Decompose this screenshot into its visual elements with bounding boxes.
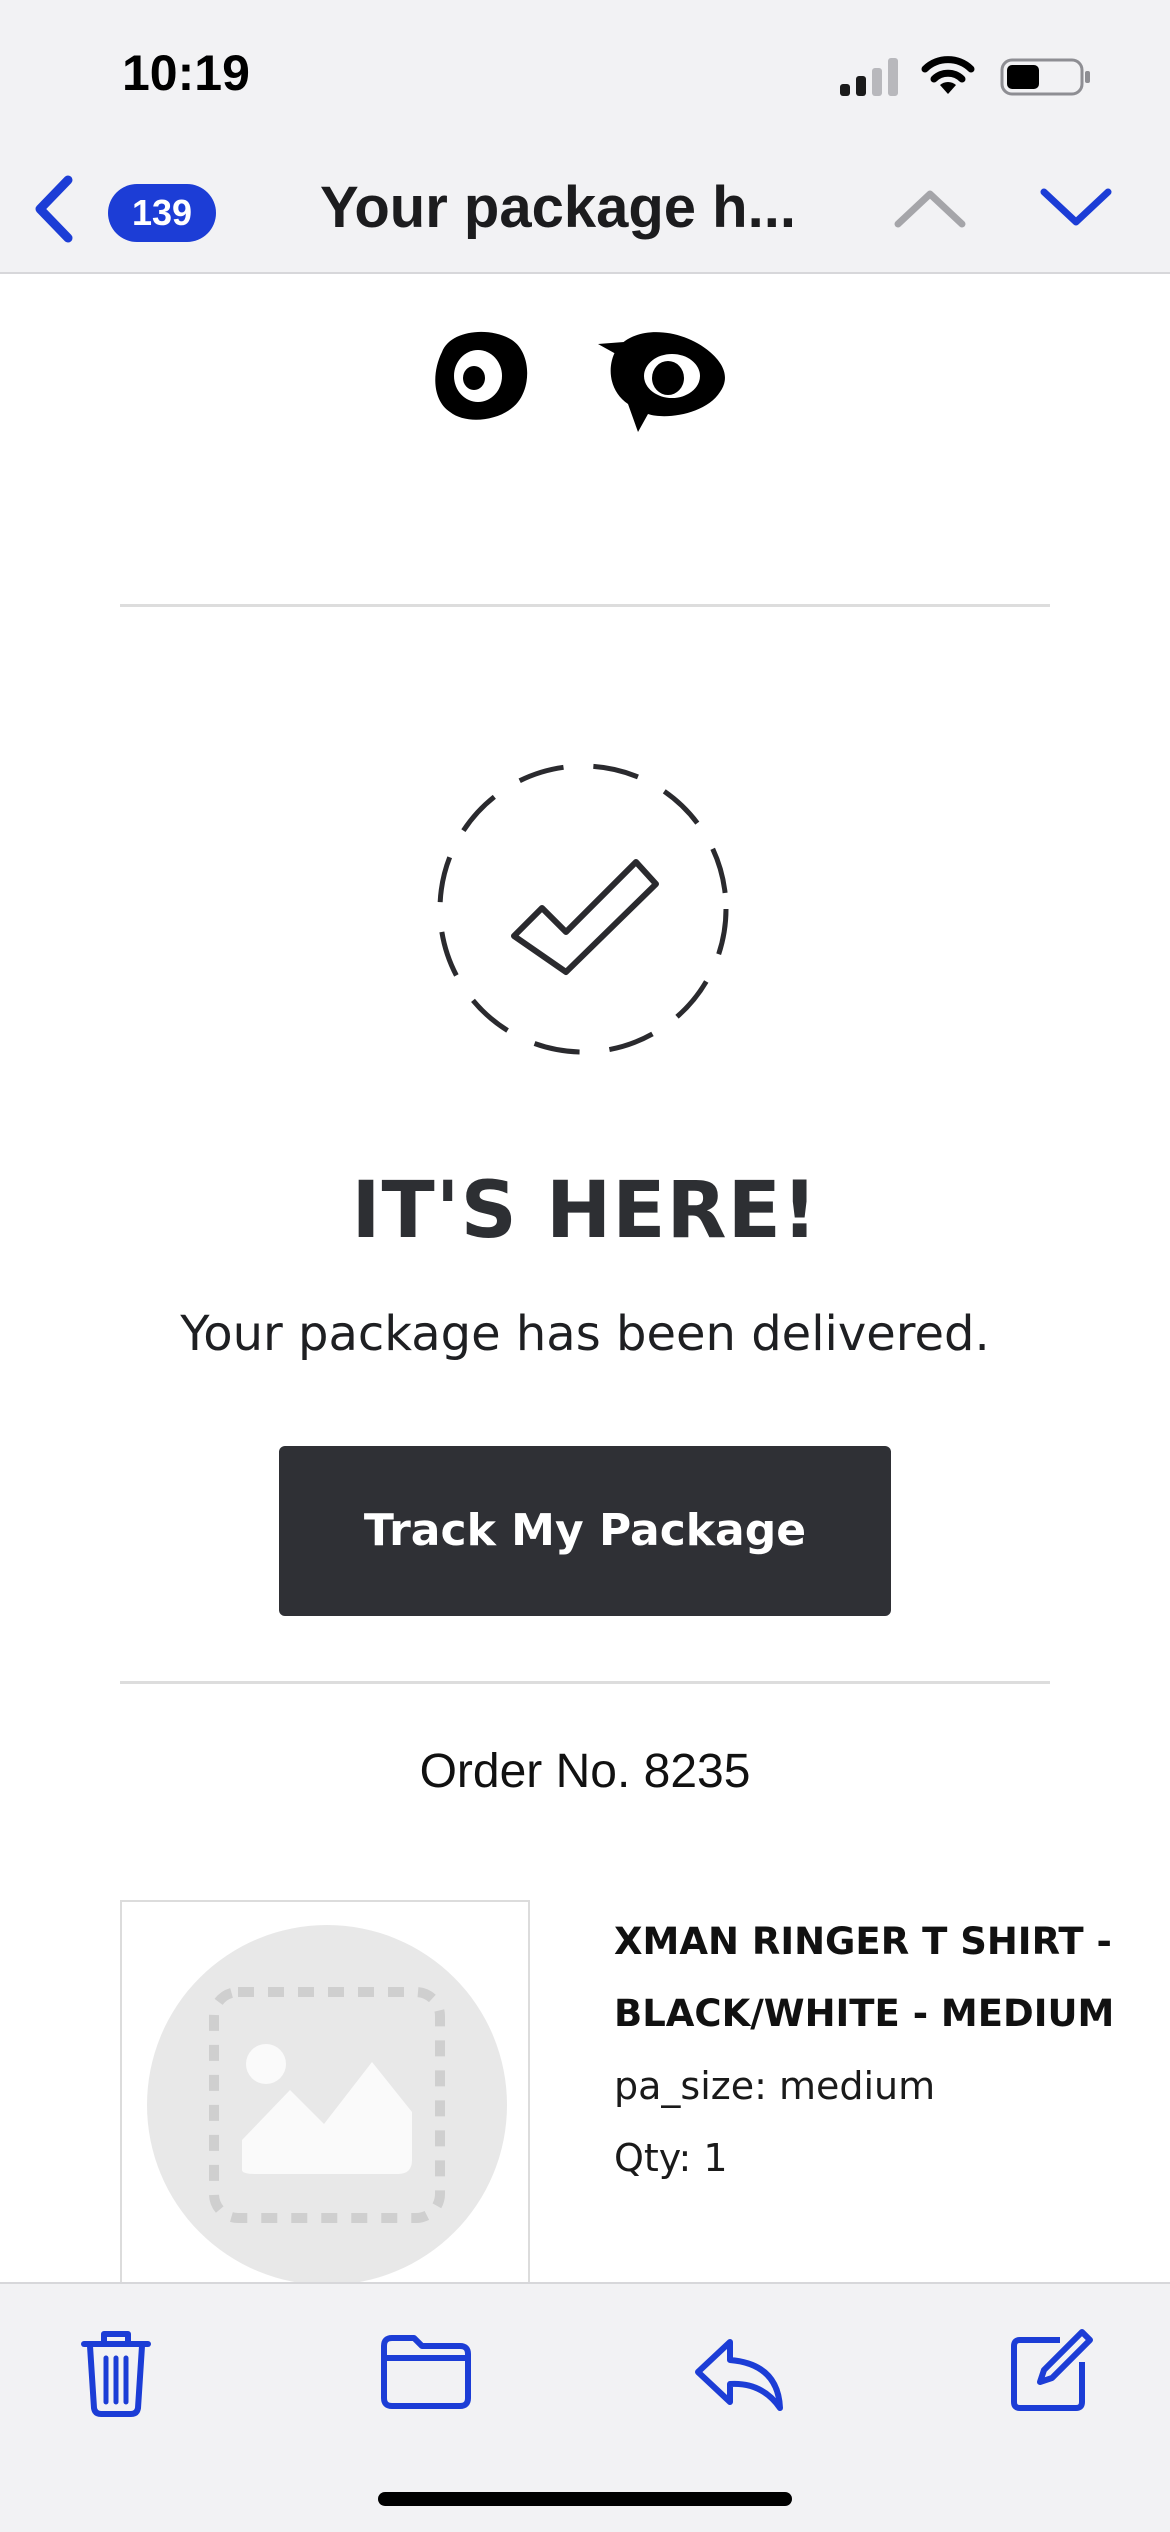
product-name-line2[interactable]: BLACK/WHITE - MEDIUM	[614, 1978, 1134, 2050]
image-placeholder-icon	[147, 1925, 507, 2282]
status-time: 10:19	[122, 45, 250, 101]
mail-nav-bar: 139 Your package h...	[0, 150, 1170, 274]
delivery-headline: IT'S HERE!	[351, 1166, 819, 1256]
battery-icon	[1000, 58, 1090, 96]
order-number: Order No. 8235	[419, 1745, 751, 1798]
email-body: IT'S HERE! Your package has been deliver…	[0, 276, 1170, 2282]
product-details: XMAN RINGER T SHIRT - BLACK/WHITE - MEDI…	[614, 1906, 1134, 2194]
delivered-checkmark-icon	[437, 763, 729, 1055]
unread-count-badge: 139	[108, 184, 216, 242]
compose-icon[interactable]	[1000, 2320, 1100, 2420]
back-button[interactable]: 139	[20, 172, 220, 243]
track-my-package-button[interactable]: Track My Package	[279, 1446, 891, 1616]
trash-icon[interactable]	[66, 2320, 166, 2420]
home-indicator[interactable]	[378, 2492, 792, 2506]
folder-icon[interactable]	[376, 2320, 476, 2420]
reply-icon[interactable]	[690, 2320, 790, 2420]
product-image-placeholder[interactable]	[120, 1900, 530, 2282]
wifi-icon	[921, 56, 975, 94]
product-quantity: Qty: 1	[614, 2136, 728, 2180]
mail-screen: 10:19 139 Your package h... IT'S HERE! Y…	[0, 0, 1170, 2532]
chevron-left-icon	[35, 175, 73, 243]
product-size: pa_size: medium	[614, 2064, 936, 2108]
status-bar: 10:19	[0, 0, 1170, 150]
section-divider	[120, 604, 1050, 607]
message-subject-title: Your package h...	[320, 175, 796, 240]
section-divider	[120, 1681, 1050, 1684]
next-message-chevron-down-icon[interactable]	[1036, 178, 1116, 238]
mail-toolbar	[0, 2282, 1170, 2532]
delivery-message: Your package has been delivered.	[180, 1306, 990, 1362]
previous-message-chevron-up-icon[interactable]	[890, 178, 970, 238]
cellular-signal-icon	[840, 56, 900, 96]
product-name-line1[interactable]: XMAN RINGER T SHIRT -	[614, 1906, 1134, 1978]
brand-eyes-logo	[435, 331, 725, 432]
